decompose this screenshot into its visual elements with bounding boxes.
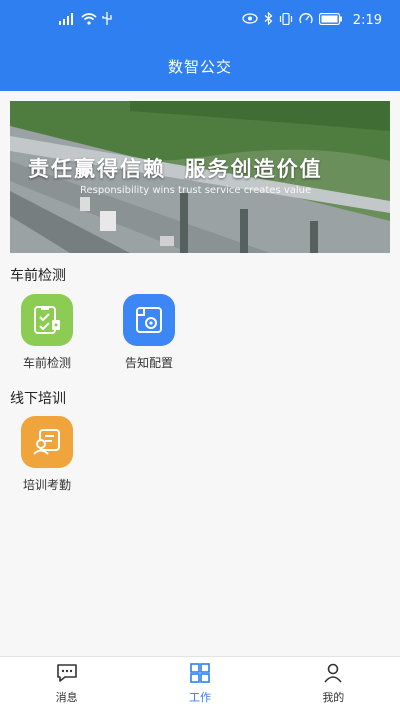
status-left bbox=[58, 12, 112, 28]
tile-notice-config[interactable]: 告知配置 bbox=[109, 294, 189, 371]
usb-icon bbox=[102, 12, 112, 28]
wifi-icon bbox=[81, 12, 97, 28]
tile-label: 告知配置 bbox=[124, 356, 173, 370]
settings-gear-icon bbox=[123, 294, 175, 346]
battery-icon bbox=[318, 12, 343, 28]
signal-icon bbox=[58, 12, 76, 28]
tab-profile[interactable]: 我的 bbox=[267, 657, 400, 711]
tile-training-attendance[interactable]: 培训考勤 bbox=[7, 416, 87, 493]
banner-image[interactable]: 责任赢得信赖 服务创造价值 Responsibility wins trust … bbox=[10, 101, 390, 253]
attendance-icon bbox=[21, 416, 73, 468]
tab-label: 我的 bbox=[322, 691, 345, 704]
tab-label: 工作 bbox=[188, 691, 211, 704]
page-title: 数智公交 bbox=[167, 58, 232, 76]
clock-time: 2:19 bbox=[352, 12, 382, 28]
tab-messages[interactable]: 消息 bbox=[0, 657, 133, 711]
section-title-offline-training: 线下培训 bbox=[10, 391, 66, 407]
tile-label: 培训考勤 bbox=[22, 478, 71, 492]
tab-label: 消息 bbox=[55, 691, 78, 704]
checklist-icon bbox=[21, 294, 73, 346]
eye-icon bbox=[242, 13, 258, 27]
tile-vehicle-check[interactable]: 车前检测 bbox=[7, 294, 87, 371]
grid-icon bbox=[189, 663, 211, 687]
vibrate-icon bbox=[279, 12, 293, 28]
bottom-tab-bar: 消息 工作 我的 bbox=[0, 657, 400, 711]
profile-icon bbox=[322, 663, 344, 687]
tab-work[interactable]: 工作 bbox=[133, 657, 266, 711]
app-header: 2:19 数智公交 bbox=[0, 0, 400, 91]
message-icon bbox=[56, 663, 78, 687]
banner-subline: Responsibility wins trust service create… bbox=[80, 185, 312, 196]
status-right: 2:19 bbox=[242, 11, 382, 28]
tile-label: 车前检测 bbox=[22, 356, 71, 370]
speed-icon bbox=[299, 12, 313, 28]
section-title-vehicle-check: 车前检测 bbox=[10, 268, 66, 284]
bluetooth-icon bbox=[264, 11, 273, 28]
banner-headline: 责任赢得信赖 服务创造价值 bbox=[28, 156, 323, 181]
status-bar: 2:19 bbox=[0, 10, 400, 34]
